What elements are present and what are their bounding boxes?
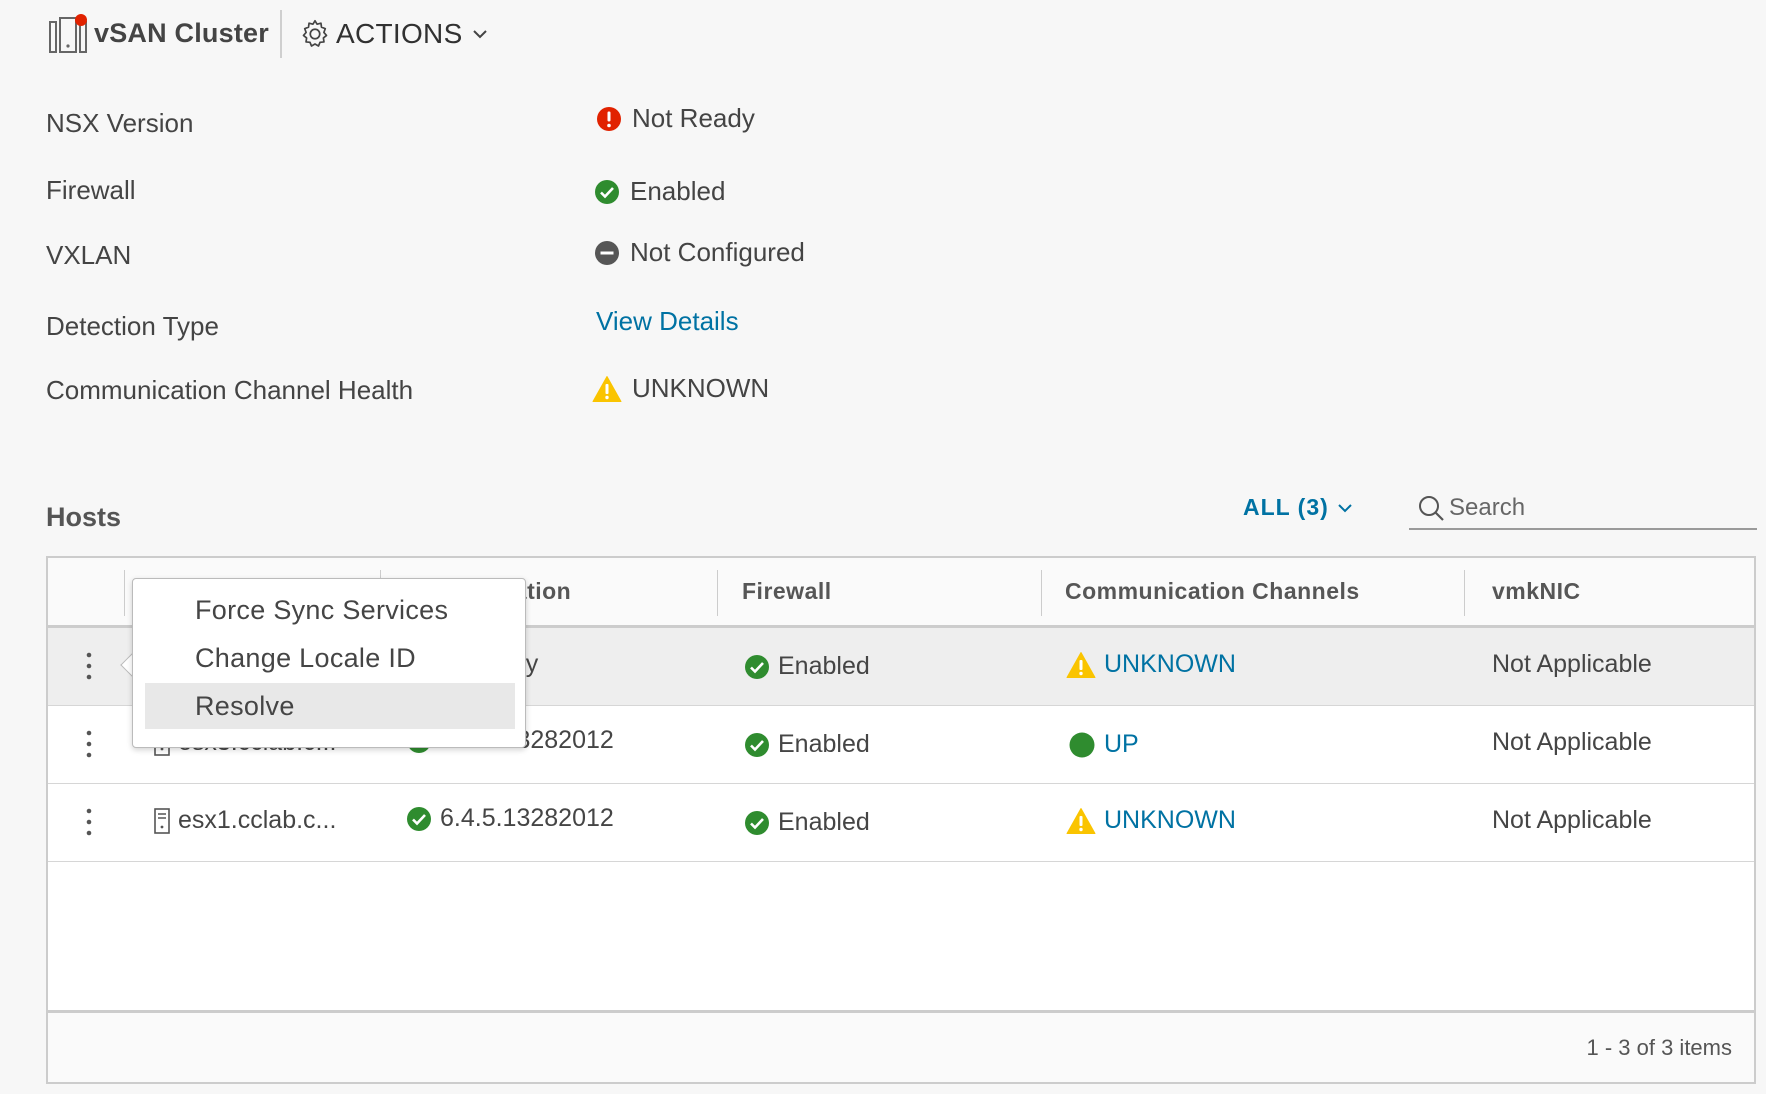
minus-circle-icon xyxy=(595,240,619,265)
header: vSAN Cluster ACTIONS xyxy=(0,0,1766,70)
search-icon xyxy=(1419,496,1444,521)
prop-label-communication-channel-health: Communication Channel Health xyxy=(46,375,414,405)
firewall-status: Enabled xyxy=(778,652,870,680)
host-name-link[interactable]: esx1.cclab.c... xyxy=(178,806,336,835)
column-separator xyxy=(124,570,125,616)
hosts-search-box[interactable] xyxy=(1409,488,1757,530)
communication-channel-link[interactable]: UP xyxy=(1104,730,1139,759)
prop-value-firewall: Enabled xyxy=(594,176,725,207)
prop-value-nsx-version: Not Ready xyxy=(596,103,755,134)
firewall-cell: Enabled xyxy=(744,730,870,759)
warning-icon xyxy=(592,375,622,402)
firewall-status: Enabled xyxy=(630,176,726,206)
view-details-link[interactable]: View Details xyxy=(596,306,739,337)
hosts-filter-dropdown[interactable]: ALL (3) xyxy=(1243,494,1353,521)
menu-item-force-sync-services[interactable]: Force Sync Services xyxy=(145,587,515,633)
prop-value-communication-channel-health: UNKNOWN xyxy=(592,373,769,404)
check-circle-icon xyxy=(745,732,769,757)
kebab-menu-icon[interactable] xyxy=(82,650,96,682)
page-title: vSAN Cluster xyxy=(94,18,269,48)
vmknic-value: Not Applicable xyxy=(1492,728,1652,756)
prop-value-vxlan: Not Configured xyxy=(594,237,805,268)
communication-channel-health-status: UNKNOWN xyxy=(632,373,770,403)
communication-channel-cell: UP xyxy=(1068,730,1139,759)
chevron-down-icon xyxy=(1338,503,1352,512)
column-header-vmknic[interactable]: vmkNIC xyxy=(1492,578,1581,605)
prop-label-detection-type: Detection Type xyxy=(46,311,219,341)
communication-channel-cell: UNKNOWN xyxy=(1066,806,1236,835)
kebab-menu-icon[interactable] xyxy=(82,806,96,838)
communication-channel-cell: UNKNOWN xyxy=(1066,650,1236,679)
firewall-status: Enabled xyxy=(778,730,870,758)
vxlan-status: Not Configured xyxy=(630,237,805,267)
nsx-version-status: Not Ready xyxy=(632,103,755,133)
status-up-dot-icon xyxy=(1069,732,1095,757)
communication-channel-link[interactable]: UNKNOWN xyxy=(1104,806,1236,835)
actions-label: ACTIONS xyxy=(336,18,463,49)
column-separator xyxy=(717,570,718,616)
column-header-firewall[interactable]: Firewall xyxy=(742,578,832,605)
firewall-status: Enabled xyxy=(778,808,870,836)
actions-menu-button[interactable]: ACTIONS xyxy=(298,14,489,54)
firewall-cell: Enabled xyxy=(744,808,870,837)
prop-label-vxlan: VXLAN xyxy=(46,240,132,270)
error-icon xyxy=(597,106,621,131)
firewall-cell: Enabled xyxy=(744,652,870,681)
vmknic-value: Not Applicable xyxy=(1492,806,1652,834)
vmknic-value: Not Applicable xyxy=(1492,650,1652,678)
hosts-filter-label: ALL (3) xyxy=(1243,494,1329,520)
column-header-communication-channels[interactable]: Communication Channels xyxy=(1065,578,1360,605)
check-circle-icon xyxy=(595,179,619,204)
installation-version: 6.4.5.13282012 xyxy=(440,804,614,832)
datagrid-footer: 1 - 3 of 3 items xyxy=(48,1010,1754,1082)
warning-icon xyxy=(1066,651,1096,678)
kebab-menu-icon[interactable] xyxy=(82,728,96,760)
table-row[interactable]: esx1.cclab.c... 6.4.5.13282012 Enabled U… xyxy=(48,784,1754,862)
menu-item-resolve[interactable]: Resolve xyxy=(145,683,515,729)
column-separator xyxy=(1464,570,1465,616)
hosts-section-title: Hosts xyxy=(46,502,122,532)
chevron-down-icon xyxy=(472,30,487,39)
host-cell: esx1.cclab.c... xyxy=(154,806,336,835)
prop-label-nsx-version: NSX Version xyxy=(46,108,194,138)
prop-value-detection-type: View Details xyxy=(596,306,739,337)
host-server-icon xyxy=(154,807,170,834)
column-separator xyxy=(1041,570,1042,616)
pagination-count: 1 - 3 of 3 items xyxy=(1586,1035,1732,1060)
vsan-cluster-icon xyxy=(49,14,87,53)
row-context-menu: Force Sync Services Change Locale ID Res… xyxy=(132,578,526,748)
installation-cell: 6.4.5.13282012 xyxy=(406,804,614,833)
check-circle-icon xyxy=(745,810,769,835)
communication-channel-link[interactable]: UNKNOWN xyxy=(1104,650,1236,679)
header-divider xyxy=(280,10,282,58)
gear-icon xyxy=(302,19,328,47)
check-circle-icon xyxy=(745,654,769,679)
prop-label-firewall: Firewall xyxy=(46,175,136,205)
check-circle-icon xyxy=(407,806,431,831)
search-input[interactable] xyxy=(1449,494,1749,522)
menu-item-change-locale-id[interactable]: Change Locale ID xyxy=(145,635,515,681)
warning-icon xyxy=(1066,807,1096,834)
